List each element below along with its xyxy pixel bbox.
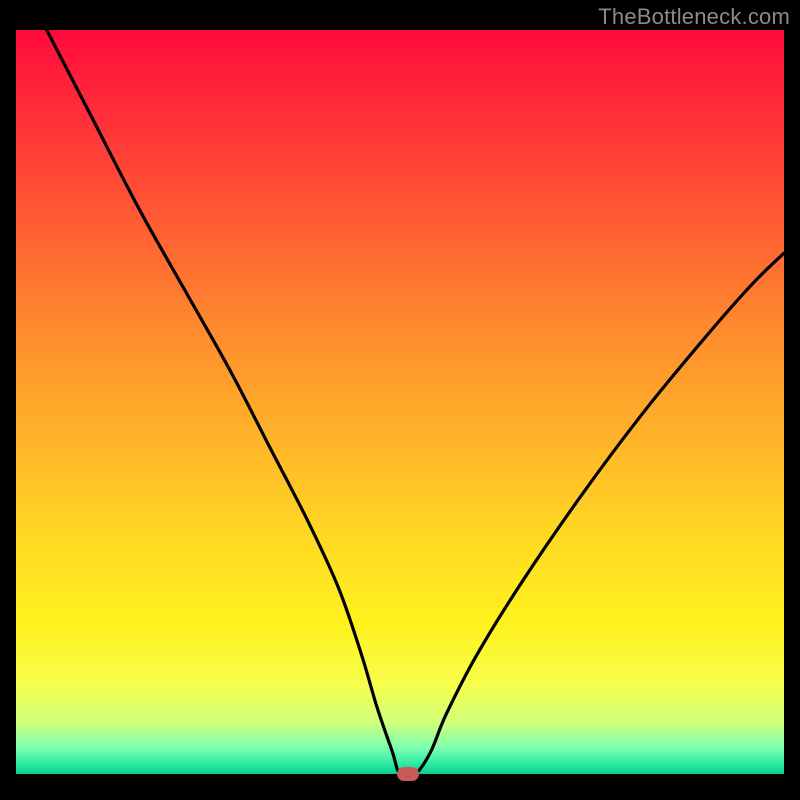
optimum-marker [397,767,419,781]
bottleneck-plot [16,30,784,774]
plot-area [16,30,784,774]
gradient-background [16,30,784,774]
chart-frame: TheBottleneck.com [0,0,800,800]
watermark-text: TheBottleneck.com [598,4,790,30]
